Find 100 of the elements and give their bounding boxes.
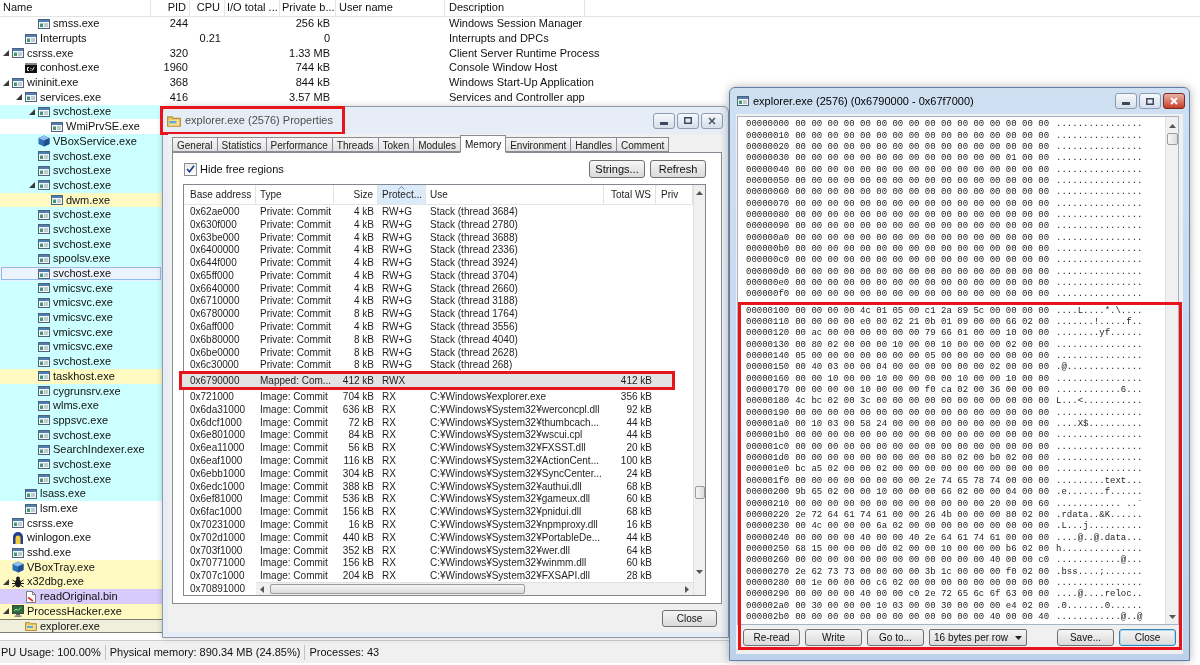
process-row[interactable]: svchost.exe: [0, 207, 162, 223]
scroll-left-arrow-icon[interactable]: [260, 585, 264, 593]
base-address: 0x6dcf1000: [190, 415, 242, 430]
region-size: 412 kB: [342, 374, 374, 389]
close-button[interactable]: Close: [662, 610, 717, 627]
tab[interactable]: Memory: [460, 135, 507, 153]
button[interactable]: Re-read: [743, 629, 800, 646]
button[interactable]: Save...: [1057, 629, 1114, 646]
column-header[interactable]: Base address: [184, 185, 256, 204]
process-name: svchost.exe: [53, 150, 112, 162]
process-row[interactable]: vmicsvc.exe: [0, 310, 162, 325]
column-header[interactable]: PID: [151, 0, 190, 16]
protection: RX: [382, 428, 396, 443]
column-header[interactable]: User name: [336, 0, 445, 16]
ascii-text: .0.......0......: [1056, 601, 1143, 611]
hex-bytes: 00 4c 00 00 00 6a 02 00 00 00 00 00 00 00 00 00: [795, 522, 1050, 532]
button[interactable]: Strings...: [589, 160, 645, 178]
window-close-button[interactable]: [701, 112, 723, 129]
process-row[interactable]: svchost.exe: [0, 163, 162, 179]
hex-bytes: bc a5 02 00 00 02 00 00 00 00 00 00 00 00 00 00: [795, 465, 1050, 475]
column-header[interactable]: Type: [256, 185, 334, 204]
scrollbar-thumb[interactable]: [270, 584, 525, 594]
ascii-text: ............@..@: [1056, 612, 1143, 622]
process-row[interactable]: sppsvc.exe: [0, 413, 162, 428]
expander-icon[interactable]: [3, 608, 9, 615]
tab[interactable]: Handles: [570, 137, 617, 152]
expander-icon[interactable]: [29, 108, 35, 115]
tab[interactable]: Comment: [616, 137, 670, 152]
window-icon: [38, 312, 50, 323]
ascii-text: ....L....*.\....: [1056, 306, 1143, 316]
tab[interactable]: Performance: [265, 137, 333, 152]
column-header[interactable]: CPU: [190, 0, 225, 16]
column-header[interactable]: Total WS: [604, 185, 656, 204]
process-row[interactable]: taskhost.exe: [0, 369, 162, 384]
expander-icon[interactable]: [3, 578, 9, 585]
process-row[interactable]: svchost.exe: [0, 354, 162, 369]
scrollbar-thumb[interactable]: [694, 486, 705, 499]
vertical-scrollbar[interactable]: [693, 185, 705, 595]
process-name: vmicsvc.exe: [53, 341, 113, 353]
vertical-scrollbar[interactable]: [1165, 117, 1178, 624]
region-use: C:¥Windows¥System32¥SyncCenter...: [430, 466, 602, 481]
maximize-button[interactable]: [677, 112, 699, 129]
column-header[interactable]: Private b...: [280, 0, 336, 16]
tab[interactable]: Modules: [413, 137, 462, 152]
horizontal-scrollbar[interactable]: [256, 582, 693, 595]
dropdown[interactable]: 16 bytes per row: [929, 629, 1027, 646]
console-icon: [25, 62, 37, 73]
table-row[interactable]: 0x6790000 Mapped: Com... 412 kB RWX 412 kB: [179, 371, 675, 391]
region-type: Private: Commit: [260, 332, 332, 347]
column-header[interactable]: Use: [426, 185, 604, 204]
button[interactable]: Go to...: [867, 629, 924, 646]
column-header[interactable]: Description: [445, 0, 585, 16]
ascii-text: .bss....;.......: [1056, 567, 1143, 577]
process-row[interactable]: svchost.exe: [0, 457, 162, 472]
minimize-button[interactable]: [653, 112, 675, 129]
process-name: wininit.exe: [27, 77, 79, 89]
tab[interactable]: General: [172, 137, 218, 152]
hex-offset: 00000080: [746, 210, 790, 220]
process-name: sppsvc.exe: [53, 414, 109, 426]
process-name: VBoxService.exe: [53, 135, 137, 147]
tab[interactable]: Statistics: [216, 137, 267, 152]
scroll-up-arrow-icon[interactable]: [1168, 124, 1176, 128]
scroll-down-arrow-icon[interactable]: [696, 570, 703, 574]
process-row[interactable]: ProcessHacker.exe: [0, 604, 162, 619]
expander-icon[interactable]: [3, 79, 9, 86]
maximize-button[interactable]: [1139, 93, 1161, 109]
button[interactable]: Refresh: [650, 160, 706, 178]
base-address: 0x6790000: [190, 374, 240, 389]
region-type: Image: Commit: [260, 530, 328, 545]
scroll-right-arrow-icon[interactable]: [685, 585, 689, 593]
column-header[interactable]: Name: [0, 0, 151, 16]
button[interactable]: Write: [805, 629, 862, 646]
scroll-up-arrow-icon[interactable]: [696, 191, 703, 195]
window-close-button[interactable]: [1163, 93, 1185, 109]
region-type: Image: Commit: [260, 543, 328, 558]
minimize-button[interactable]: [1115, 93, 1137, 109]
region-use: Stack (thread 2660): [430, 281, 518, 296]
window-icon: [25, 33, 37, 44]
button[interactable]: Close: [1119, 629, 1176, 646]
expander-icon[interactable]: [29, 182, 35, 189]
close-icon: [708, 116, 716, 125]
checkbox[interactable]: [184, 162, 197, 176]
process-row[interactable]: SearchIndexer.exe: [0, 442, 162, 458]
scroll-down-arrow-icon[interactable]: [1168, 615, 1176, 619]
process-row[interactable]: svchost.exe: [0, 178, 162, 193]
expander-icon[interactable]: [16, 94, 22, 101]
process-row[interactable]: svchost.exe: [0, 222, 162, 237]
process-row[interactable]: svchost.exe: [0, 266, 162, 281]
process-row[interactable]: readOriginal.bin: [0, 589, 162, 604]
column-header[interactable]: I/O total ...: [225, 0, 280, 16]
hex-offset: 00000170: [746, 386, 790, 396]
tab[interactable]: Environment: [505, 137, 572, 152]
column-header[interactable]: Protect...: [378, 185, 426, 204]
scrollbar-thumb[interactable]: [1166, 133, 1178, 145]
process-row[interactable]: VBoxService.exe: [0, 134, 162, 149]
region-type: Private: Commit: [260, 256, 332, 271]
process-row[interactable]: wlms.exe: [0, 398, 162, 414]
tab[interactable]: Threads: [331, 137, 379, 152]
window-title: explorer.exe (2576) (0x6790000 - 0x67f7000): [753, 93, 974, 109]
expander-icon[interactable]: [3, 50, 9, 57]
